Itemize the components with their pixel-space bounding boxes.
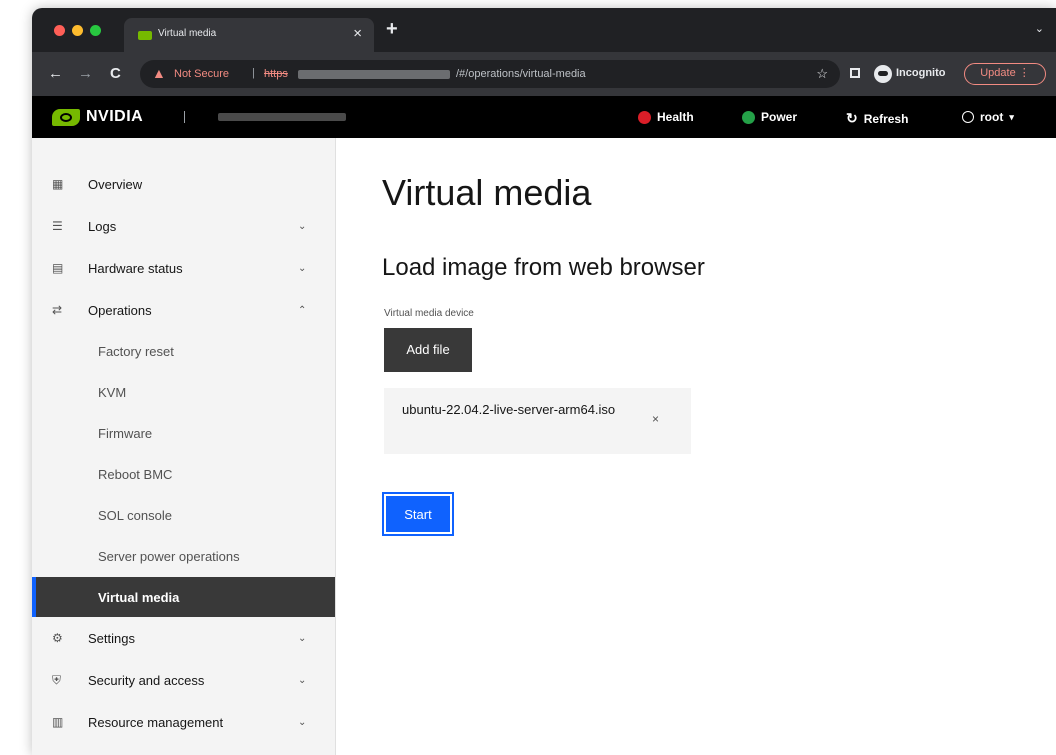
sidebar-item-label: Hardware status (88, 260, 183, 276)
settings-icon: ⚙ (52, 631, 63, 645)
sidebar-item-label: KVM (98, 384, 127, 400)
sidebar-item-label: Logs (88, 218, 117, 234)
user-menu[interactable]: root ▾ (962, 110, 1014, 124)
user-caret-icon: ▾ (1009, 111, 1014, 122)
security-icon: ⛨ (52, 673, 62, 687)
remove-file-icon[interactable]: × (652, 412, 659, 426)
sidebar-item-label: Settings (88, 630, 135, 646)
chevron-up-icon: ⌃ (298, 304, 307, 316)
brand-name: NVIDIA (86, 108, 144, 125)
sidebar-item-server-power-operations[interactable]: Server power operations (32, 536, 335, 576)
tab-close-icon[interactable]: × (353, 25, 362, 42)
operations-icon: ⇄ (52, 303, 63, 317)
nvidia-logo[interactable]: NVIDIA (52, 108, 143, 126)
file-name: ubuntu-22.04.2-live-server-arm64.iso (402, 402, 616, 417)
sidebar-item-label: Factory reset (98, 343, 174, 359)
browser-window: Virtual media × + ⌄ ← → C ▲ Not Secure |… (32, 8, 1056, 755)
resource-icon: ▥ (52, 715, 64, 729)
refresh-label: Refresh (863, 111, 909, 126)
nvidia-eye-icon (52, 108, 80, 126)
chevron-down-icon: ⌄ (298, 632, 307, 644)
add-file-button[interactable]: Add file (384, 328, 472, 372)
chevron-down-icon: ⌄ (298, 220, 307, 232)
update-button[interactable]: Update ⋮ (964, 63, 1046, 85)
back-icon[interactable]: ← (48, 65, 63, 82)
logs-icon: ☰ (52, 219, 63, 233)
maximize-window-button[interactable] (90, 25, 101, 36)
main-content: Virtual media Load image from web browse… (336, 138, 1056, 755)
nvidia-favicon-icon (138, 31, 152, 40)
not-secure-label[interactable]: Not Secure (174, 68, 229, 80)
chevron-down-icon: ⌄ (298, 716, 307, 728)
sidebar-item-kvm[interactable]: KVM (32, 372, 335, 412)
reload-icon[interactable]: C (110, 65, 121, 82)
dashboard-icon: ▦ (52, 177, 64, 191)
address-toolbar: ← → C ▲ Not Secure | https /#/operations… (32, 52, 1056, 96)
sidebar-item-label: Overview (88, 176, 143, 192)
url-separator: | (252, 67, 255, 79)
refresh-button[interactable]: ↻ Refresh (846, 110, 908, 127)
sidebar-item-overview[interactable]: ▦ Overview (32, 164, 335, 204)
bookmark-star-icon[interactable]: ☆ (816, 66, 828, 82)
window-controls (54, 25, 101, 36)
update-label: Update (980, 67, 1016, 79)
user-icon (962, 111, 974, 123)
health-label: Health (657, 110, 694, 124)
forward-icon[interactable]: → (78, 65, 93, 82)
health-status-icon (638, 110, 651, 124)
power-label: Power (761, 110, 798, 124)
selected-file-tile: ubuntu-22.04.2-live-server-arm64.iso × (384, 388, 691, 454)
app-header: NVIDIA Health Power ↻ Refresh root ▾ (32, 96, 1056, 138)
redacted-host (298, 70, 450, 79)
sidebar-item-resource-management[interactable]: ▥ Resource management ⌄ (32, 702, 335, 742)
sidebar-item-label: Operations (88, 302, 152, 318)
power-status[interactable]: Power (742, 110, 797, 124)
sidebar-item-logs[interactable]: ☰ Logs ⌄ (32, 206, 335, 246)
close-window-button[interactable] (54, 25, 65, 36)
sidebar-item-label: Server power operations (98, 548, 240, 564)
tab-search-chevron-icon[interactable]: ⌄ (1035, 22, 1044, 35)
sidebar-item-label: Resource management (88, 714, 224, 730)
page-title: Virtual media (382, 172, 592, 213)
chevron-down-icon: ⌄ (298, 674, 307, 686)
sidebar-item-reboot-bmc[interactable]: Reboot BMC (32, 454, 335, 494)
incognito-icon[interactable] (874, 65, 892, 83)
url-bar[interactable]: ▲ Not Secure | https /#/operations/virtu… (140, 60, 840, 88)
virtual-media-device-label: Virtual media device (384, 308, 474, 319)
sidebar-item-factory-reset[interactable]: Factory reset (32, 331, 335, 371)
section-title: Load image from web browser (382, 254, 705, 281)
sidebar-item-label: Virtual media (98, 589, 180, 605)
start-button[interactable]: Start (382, 492, 454, 536)
minimize-window-button[interactable] (72, 25, 83, 36)
sidebar-item-label: SOL console (98, 507, 172, 523)
sidebar-item-label: Reboot BMC (98, 466, 173, 482)
side-panel-icon[interactable] (850, 68, 860, 78)
url-path: /#/operations/virtual-media (456, 68, 586, 80)
sidebar-item-security-and-access[interactable]: ⛨ Security and access ⌄ (32, 660, 335, 700)
sidebar-item-firmware[interactable]: Firmware (32, 413, 335, 453)
hardware-icon: ▤ (52, 261, 64, 275)
url-scheme: https (264, 68, 288, 80)
sidebar-item-operations[interactable]: ⇄ Operations ⌃ (32, 290, 335, 330)
sidebar-item-virtual-media[interactable]: Virtual media (32, 577, 335, 617)
sidebar-nav: ▦ Overview ☰ Logs ⌄ ▤ Hardware status ⌄ … (32, 138, 336, 755)
incognito-label: Incognito (896, 67, 946, 79)
sidebar-item-hardware-status[interactable]: ▤ Hardware status ⌄ (32, 248, 335, 288)
redacted-hostname (218, 113, 346, 121)
chevron-down-icon: ⌄ (298, 262, 307, 274)
tab-virtual-media[interactable]: Virtual media × (124, 18, 374, 52)
user-label: root (980, 110, 1004, 124)
header-divider (184, 111, 185, 123)
sidebar-item-label: Security and access (88, 672, 205, 688)
health-status[interactable]: Health (638, 110, 694, 124)
tab-bar: Virtual media × + ⌄ (32, 8, 1056, 52)
warning-icon: ▲ (152, 65, 166, 81)
sidebar-item-sol-console[interactable]: SOL console (32, 495, 335, 535)
refresh-icon: ↻ (846, 110, 858, 126)
tab-title: Virtual media (158, 28, 217, 39)
sidebar-item-label: Firmware (98, 425, 153, 441)
power-status-icon (742, 110, 755, 124)
new-tab-button[interactable]: + (386, 18, 398, 41)
sidebar-item-settings[interactable]: ⚙ Settings ⌄ (32, 618, 335, 658)
